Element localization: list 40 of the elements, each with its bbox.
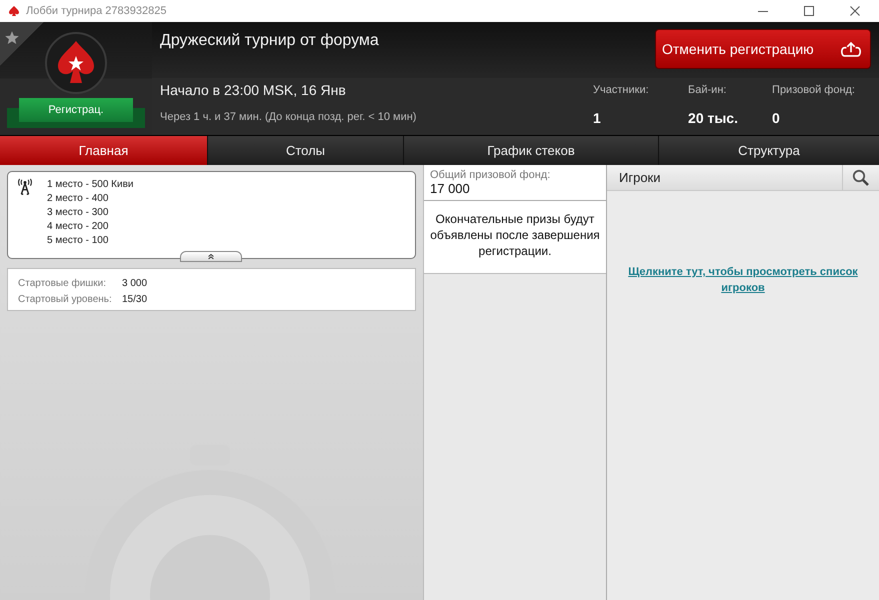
prize-item: 1 место - 500 Киви [47,178,134,192]
stat-label: Участники: [593,84,650,96]
upload-icon [840,40,862,58]
status-ribbon: Регистрац. [19,98,133,122]
start-time: Начало в 23:00 MSK, 16 Янв [160,82,347,98]
window-title: Лобби турнира 2783932825 [26,5,168,17]
antenna-icon [16,178,34,196]
prize-item: 4 место - 200 [47,220,110,234]
search-icon [852,168,870,186]
stat-label: Бай-ин: [688,84,728,96]
tab[interactable]: Столы [208,136,403,165]
stat-value: 20 тыс. [688,110,739,126]
prize-note: Окончательные призы будут объявлены после завершения регистрации. [424,201,606,274]
star-icon[interactable] [4,30,20,46]
tab[interactable]: Структура [659,136,879,165]
prize-item: 5 место - 100 [47,234,110,248]
stat-value: 0 [772,110,781,126]
tab[interactable]: График стеков [404,136,658,165]
cancel-registration-button[interactable]: Отменить регистрацию [655,29,871,69]
info-value: 3 000 [122,278,148,289]
players-title: Игроки [619,170,660,185]
stat-label: Призовой фонд: [772,84,855,96]
prize-pool-label: Общий призовой фонд: [430,169,552,181]
stat-value: 1 [593,110,602,126]
players-list-link[interactable]: Щелкните тут, чтобы просмотреть список игроков [618,264,868,296]
double-chevron-icon [207,253,215,260]
collapse-tab[interactable] [180,251,242,262]
close-icon[interactable] [849,5,861,17]
spade-logo-icon [8,5,20,17]
maximize-icon[interactable] [803,5,815,17]
info-label: Стартовые фишки: [18,278,108,289]
info-value: 15/30 [122,294,148,305]
prize-item: 2 место - 400 [47,192,110,206]
spade-logo-icon [44,31,108,95]
tab[interactable]: Главная [0,136,207,165]
tournament-title: Дружеский турнир от форума [160,32,379,50]
prize-item: 3 место - 300 [47,206,110,220]
prize-pool-value: 17 000 [430,181,471,196]
info-label: Стартовый уровень: [18,294,113,305]
countdown-text: Через 1 ч. и 37 мин. (До конца позд. рег. < 10 мин) [160,111,416,123]
